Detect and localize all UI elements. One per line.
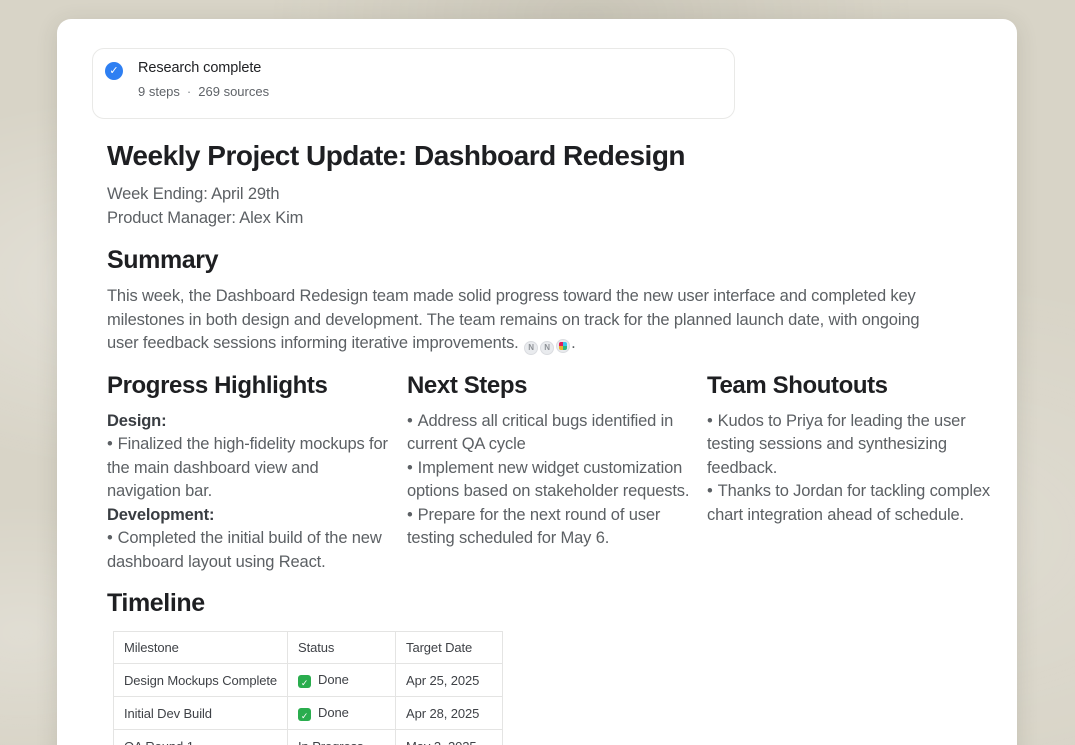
research-status-meta: 9 steps · 269 sources <box>138 84 269 99</box>
research-status-card[interactable]: Research complete 9 steps · 269 sources <box>92 48 735 119</box>
target-date-column-header: Target Date <box>396 632 503 664</box>
table-row: Initial Dev Build Done Apr 28, 2025 <box>114 697 503 730</box>
check-circle-icon <box>105 62 123 80</box>
status-column-header: Status <box>288 632 396 664</box>
separator-dot: · <box>187 84 191 99</box>
timeline-table: Milestone Status Target Date Design Mock… <box>113 631 503 745</box>
milestone-cell: QA Round 1 <box>114 730 288 745</box>
trailing-period: . <box>571 334 575 352</box>
document-body: Weekly Project Update: Dashboard Redesig… <box>92 140 990 745</box>
bullet-item: •Prepare for the next round of user test… <box>407 504 690 551</box>
document-card: Research complete 9 steps · 269 sources … <box>57 19 1017 745</box>
page-title: Weekly Project Update: Dashboard Redesig… <box>107 140 990 172</box>
notion-citation-icon[interactable]: N <box>540 341 554 355</box>
document-meta: Week Ending: April 29th Product Manager:… <box>107 183 990 230</box>
bullet-item: •Finalized the high-fidelity mockups for… <box>107 433 390 504</box>
date-cell: Apr 25, 2025 <box>396 664 503 697</box>
research-status-text: Research complete 9 steps · 269 sources <box>138 60 269 99</box>
product-manager-line: Product Manager: Alex Kim <box>107 207 990 231</box>
next-steps-heading: Next Steps <box>407 372 690 400</box>
milestone-cell: Design Mockups Complete <box>114 664 288 697</box>
bullet-item: •Thanks to Jordan for tackling complex c… <box>707 480 990 527</box>
team-shoutouts-heading: Team Shoutouts <box>707 372 990 400</box>
summary-paragraph: This week, the Dashboard Redesign team m… <box>107 285 937 356</box>
bullet-item: •Kudos to Priya for leading the user tes… <box>707 410 990 481</box>
timeline-heading: Timeline <box>107 589 990 618</box>
bullet-item: •Completed the initial build of the new … <box>107 527 390 574</box>
research-status-title: Research complete <box>138 60 269 76</box>
bullet-item: •Address all critical bugs identified in… <box>407 410 690 457</box>
table-header-row: Milestone Status Target Date <box>114 632 503 664</box>
summary-text: This week, the Dashboard Redesign team m… <box>107 287 919 352</box>
date-cell: May 2, 2025 <box>396 730 503 745</box>
column-team-shoutouts: Team Shoutouts •Kudos to Priya for leadi… <box>707 372 990 575</box>
green-check-emoji <box>298 708 311 721</box>
notion-citation-icon[interactable]: N <box>524 341 538 355</box>
bullet-item: •Implement new widget customization opti… <box>407 457 690 504</box>
summary-heading: Summary <box>107 246 990 275</box>
date-cell: Apr 28, 2025 <box>396 697 503 730</box>
design-label: Design: <box>107 410 390 434</box>
three-column-section: Progress Highlights Design: •Finalized t… <box>107 372 990 575</box>
status-cell: In Progress <box>288 730 396 745</box>
status-cell: Done <box>288 697 396 730</box>
steps-count: 9 steps <box>138 84 180 99</box>
progress-highlights-heading: Progress Highlights <box>107 372 390 400</box>
column-next-steps: Next Steps •Address all critical bugs id… <box>407 372 690 575</box>
green-check-emoji <box>298 675 311 688</box>
week-ending-line: Week Ending: April 29th <box>107 183 990 207</box>
slack-citation-icon[interactable] <box>556 339 570 353</box>
table-row: QA Round 1 In Progress May 2, 2025 <box>114 730 503 745</box>
column-progress-highlights: Progress Highlights Design: •Finalized t… <box>107 372 390 575</box>
milestone-column-header: Milestone <box>114 632 288 664</box>
sources-count: 269 sources <box>198 84 269 99</box>
development-label: Development: <box>107 504 390 528</box>
table-row: Design Mockups Complete Done Apr 25, 202… <box>114 664 503 697</box>
status-cell: Done <box>288 664 396 697</box>
milestone-cell: Initial Dev Build <box>114 697 288 730</box>
